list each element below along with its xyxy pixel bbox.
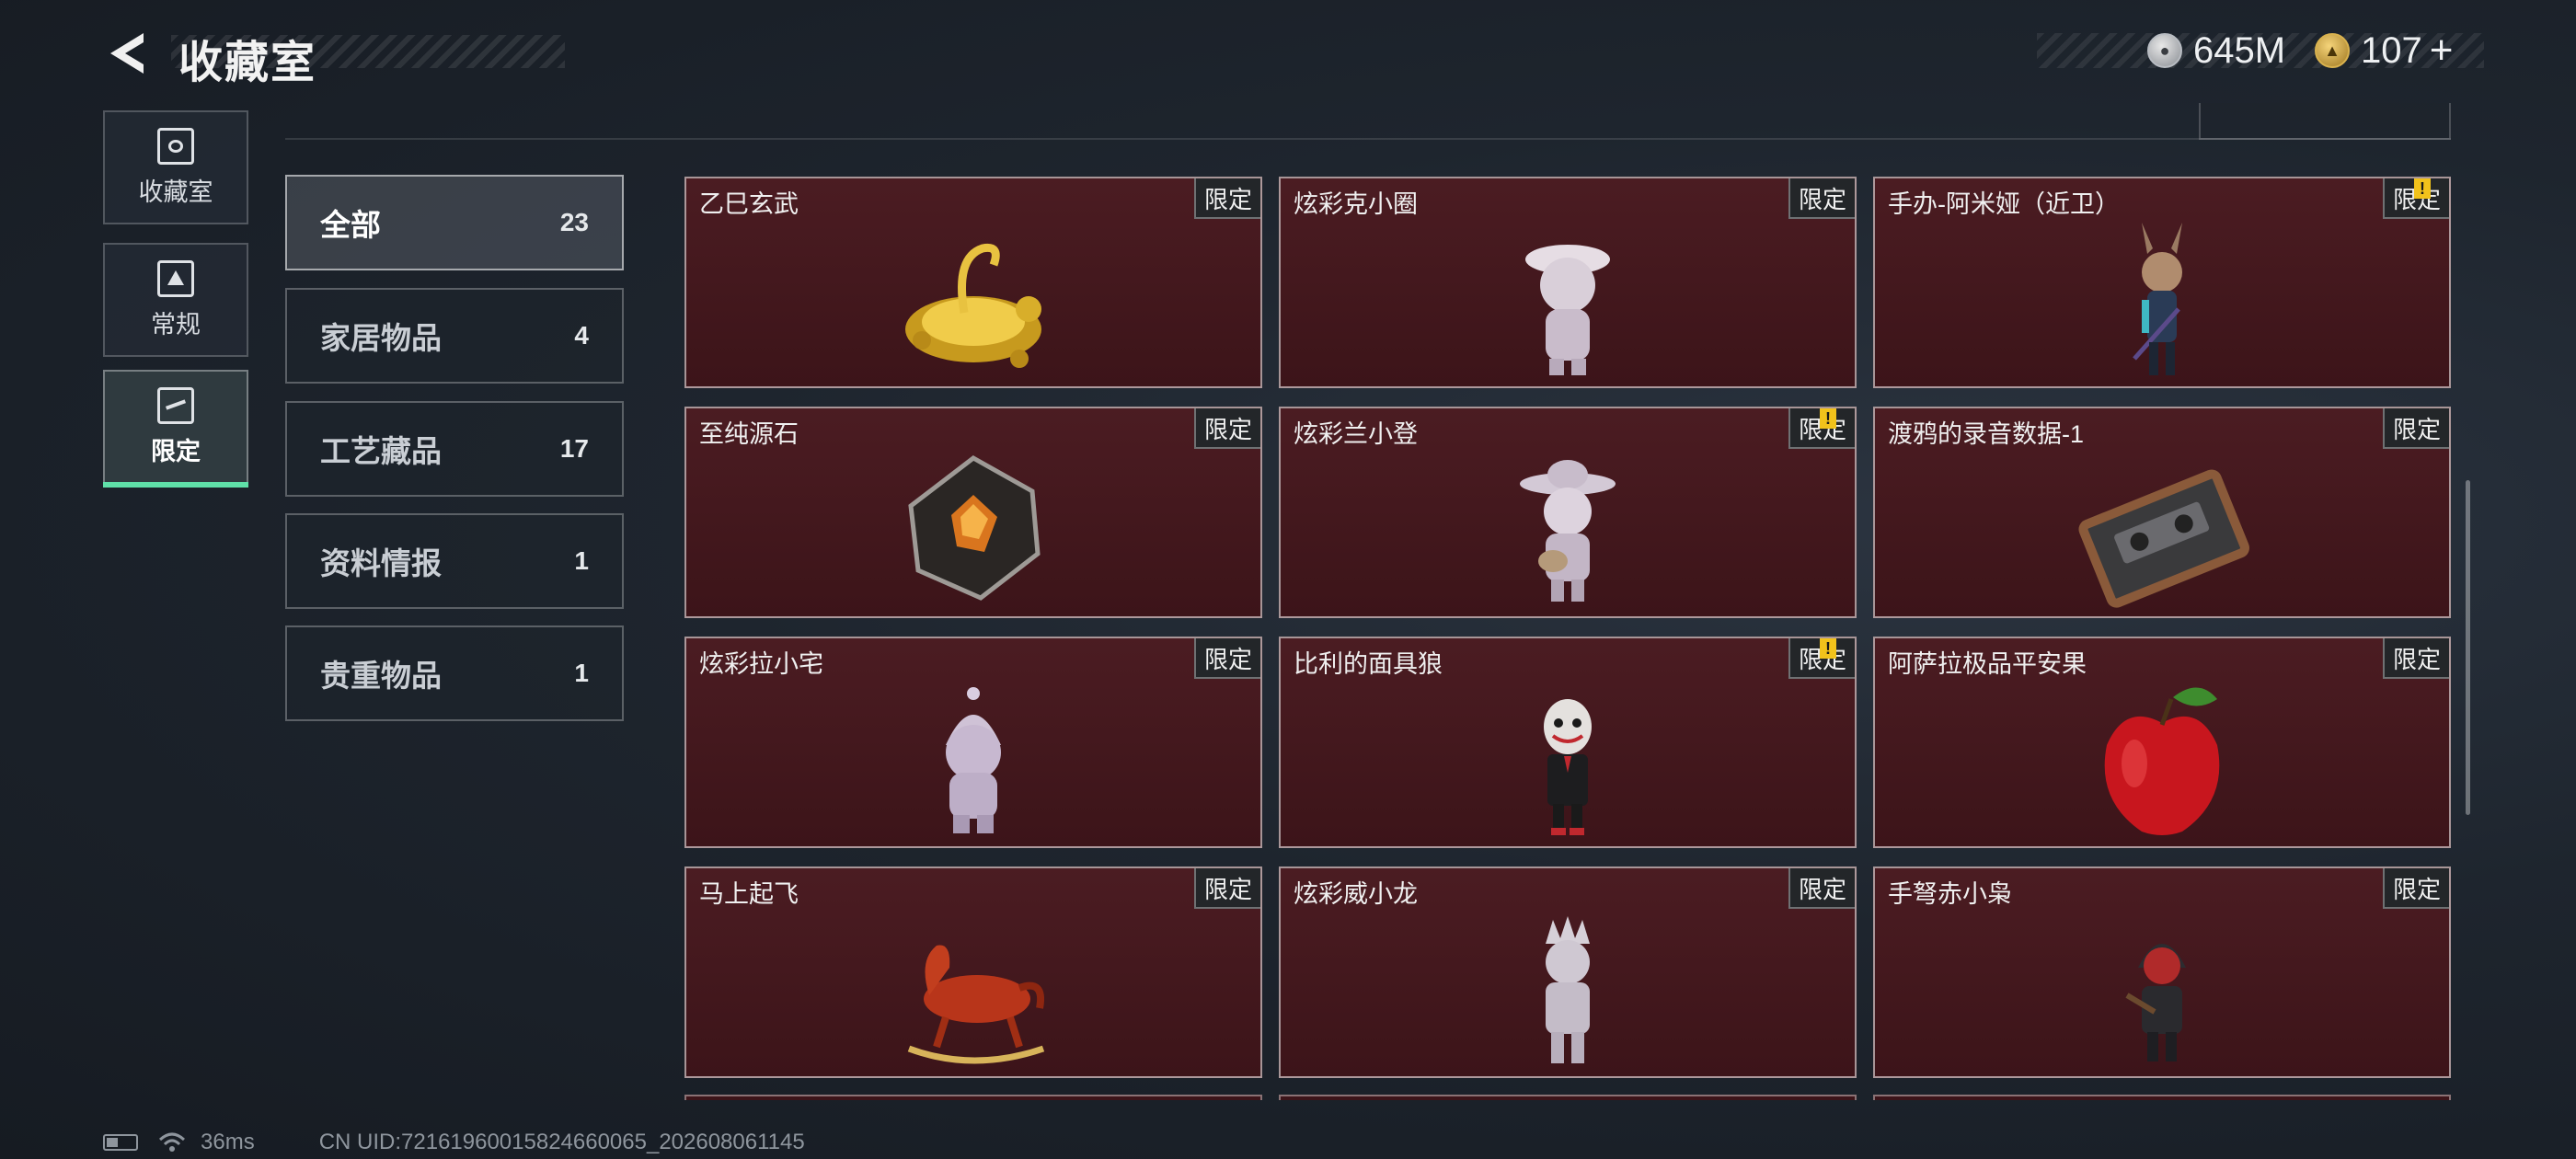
item-name: 比利的面具狼 xyxy=(1294,650,1443,678)
item-card[interactable]: 炫彩兰小登 限定 ! xyxy=(1279,407,1857,618)
nav-label: 收藏室 xyxy=(138,178,213,206)
alert-badge-icon: ! xyxy=(2414,178,2431,199)
page-title: 收藏室 xyxy=(178,39,317,87)
nav-label: 常规 xyxy=(151,310,201,339)
category-all[interactable]: 全部 23 xyxy=(285,175,624,270)
gold-coin-icon: ▲ xyxy=(2315,33,2350,68)
alert-badge-icon: ! xyxy=(1820,638,1836,659)
limited-tag: 限定 xyxy=(2383,638,2449,679)
item-name: 炫彩拉小宅 xyxy=(699,650,823,678)
category-label: 家居物品 xyxy=(320,321,442,355)
add-currency-button[interactable]: + xyxy=(2430,28,2454,74)
back-arrow-icon xyxy=(110,33,144,74)
list-divider xyxy=(285,138,2451,140)
battery-icon xyxy=(103,1134,138,1151)
category-label: 全部 xyxy=(320,208,381,242)
sombrero-figure-icon xyxy=(1520,460,1616,602)
item-name: 手弩赤小枭 xyxy=(1888,880,2012,908)
limited-tag: 限定 xyxy=(2383,868,2449,909)
gold-currency[interactable]: ▲ 107 + xyxy=(2315,28,2453,74)
nav-regular[interactable]: 常规 xyxy=(103,243,248,357)
scrollbar[interactable] xyxy=(2466,480,2470,815)
back-button[interactable] xyxy=(103,28,155,79)
alert-badge-icon: ! xyxy=(1820,408,1836,429)
item-name: 炫彩威小龙 xyxy=(1294,880,1418,908)
category-label: 资料情报 xyxy=(320,546,442,580)
nav-collection-room[interactable]: 收藏室 xyxy=(103,110,248,224)
limited-tag: 限定 xyxy=(2383,408,2449,449)
nav-limited[interactable]: 限定 xyxy=(103,370,248,484)
item-card[interactable]: 阿萨拉极品平安果 限定 xyxy=(1873,637,2451,848)
category-count: 1 xyxy=(574,546,589,575)
display-case-icon xyxy=(157,127,194,165)
dragon-chibi-figure-icon xyxy=(1546,916,1590,1063)
category-label: 工艺藏品 xyxy=(320,434,442,468)
limited-tag: 限定 xyxy=(1194,408,1260,449)
limited-tag: 限定 xyxy=(1194,868,1260,909)
item-name: 至纯源石 xyxy=(699,420,799,448)
category-count: 17 xyxy=(559,434,589,463)
item-card[interactable]: 炫彩威小龙 限定 xyxy=(1279,866,1857,1078)
category-label: 贵重物品 xyxy=(320,659,442,693)
cassette-tape-icon xyxy=(2078,469,2249,608)
limited-tag: 限定 xyxy=(1788,868,1855,909)
rocking-horse-icon xyxy=(907,945,1045,1064)
item-card[interactable]: 手办-阿米娅（近卫） 限定 ! xyxy=(1873,177,2451,388)
uid-text: CN UID:72161960015824660065_202608061145 xyxy=(318,1130,805,1154)
limited-tag: 限定 xyxy=(1194,638,1260,679)
limited-tag: 限定 xyxy=(1194,178,1260,219)
item-card-partial[interactable] xyxy=(1873,1095,2451,1100)
limited-icon xyxy=(157,386,194,424)
item-card[interactable]: 手弩赤小枭 限定 xyxy=(1873,866,2451,1078)
item-card[interactable]: 炫彩拉小宅 限定 xyxy=(684,637,1262,848)
item-name: 马上起飞 xyxy=(699,880,799,908)
silver-currency-value: 645M xyxy=(2193,29,2286,71)
category-count: 1 xyxy=(574,659,589,687)
item-card[interactable]: 马上起飞 限定 xyxy=(684,866,1262,1078)
masked-puppet-figure-icon xyxy=(1544,699,1592,835)
silver-currency[interactable]: ● 645M xyxy=(2147,28,2285,74)
item-name: 炫彩兰小登 xyxy=(1294,420,1418,448)
category-household[interactable]: 家居物品 4 xyxy=(285,288,624,384)
category-valuables[interactable]: 贵重物品 1 xyxy=(285,625,624,721)
item-name: 渡鸦的录音数据-1 xyxy=(1888,420,2085,448)
item-card-partial[interactable] xyxy=(1279,1095,1857,1100)
nav-active-indicator xyxy=(103,482,248,488)
ping-value: 36ms xyxy=(201,1130,255,1154)
item-card[interactable]: 乙巳玄武 限定 xyxy=(684,177,1262,388)
item-card-partial[interactable] xyxy=(684,1095,1262,1100)
category-count: 23 xyxy=(559,208,589,236)
item-card[interactable]: 比利的面具狼 限定 ! xyxy=(1279,637,1857,848)
item-name: 炫彩克小圈 xyxy=(1294,190,1418,218)
item-name: 乙巳玄武 xyxy=(699,190,799,218)
limited-tag: 限定 xyxy=(1788,178,1855,219)
crossbow-owl-figure-icon xyxy=(2125,944,2186,1061)
chibi-figure-icon xyxy=(1525,245,1610,375)
wifi-icon xyxy=(158,1132,186,1152)
rabbit-girl-figure-icon xyxy=(2133,223,2182,375)
category-count: 4 xyxy=(574,321,589,350)
originium-crystal-icon xyxy=(908,455,1041,601)
red-apple-icon xyxy=(2104,687,2220,835)
item-name: 手办-阿米娅（近卫） xyxy=(1888,190,2120,218)
sort-dropdown[interactable] xyxy=(2199,103,2451,140)
item-card[interactable]: 至纯源石 限定 xyxy=(684,407,1262,618)
category-crafts[interactable]: 工艺藏品 17 xyxy=(285,401,624,497)
item-name: 阿萨拉极品平安果 xyxy=(1888,650,2087,678)
category-intel[interactable]: 资料情报 1 xyxy=(285,513,624,609)
card-icon xyxy=(157,259,194,297)
item-card[interactable]: 炫彩克小圈 限定 xyxy=(1279,177,1857,388)
hooded-chibi-figure-icon xyxy=(946,687,1001,833)
status-footer: 36ms CN UID:72161960015824660065_2026080… xyxy=(103,1130,805,1155)
golden-serpent-tortoise-icon xyxy=(905,243,1041,368)
gold-currency-value: 107 xyxy=(2361,29,2422,71)
silver-coin-icon: ● xyxy=(2147,33,2182,68)
item-card[interactable]: 渡鸦的录音数据-1 限定 xyxy=(1873,407,2451,618)
nav-label: 限定 xyxy=(151,437,201,465)
